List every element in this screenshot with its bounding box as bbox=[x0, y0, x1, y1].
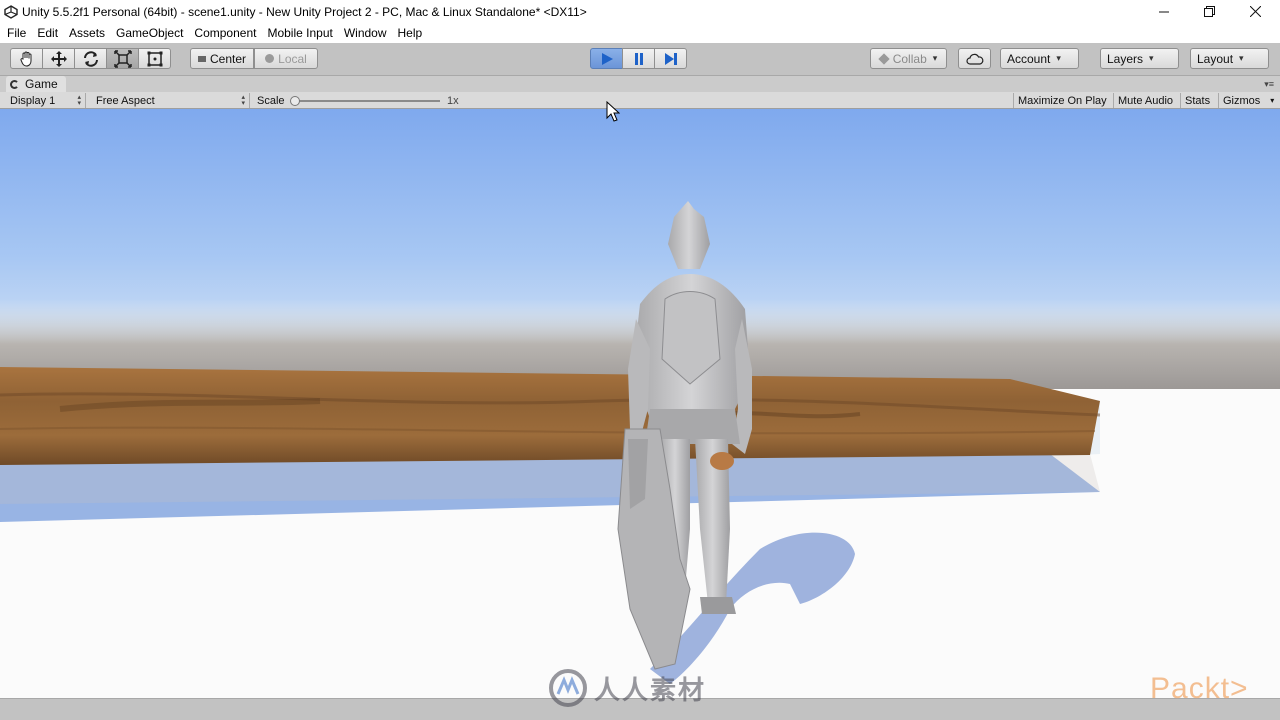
account-label: Account bbox=[1007, 51, 1051, 66]
tab-game[interactable]: Game bbox=[6, 76, 66, 92]
layout-label: Layout bbox=[1197, 51, 1234, 66]
window-title: Unity 5.5.2f1 Personal (64bit) - scene1.… bbox=[22, 4, 587, 19]
move-tool-button[interactable] bbox=[42, 48, 75, 69]
packt-watermark: Packt> bbox=[1150, 672, 1249, 705]
pause-button[interactable] bbox=[622, 48, 655, 69]
title-bar: Unity 5.5.2f1 Personal (64bit) - scene1.… bbox=[0, 0, 1280, 23]
menu-edit[interactable]: Edit bbox=[33, 26, 63, 40]
move-icon bbox=[50, 50, 67, 67]
updown-arrows-icon: ▴ ▾ bbox=[241, 93, 245, 107]
gizmos-label: Gizmos bbox=[1223, 94, 1261, 107]
menu-gameobject[interactable]: GameObject bbox=[112, 26, 188, 40]
layers-dropdown[interactable]: Layers bbox=[1100, 48, 1179, 69]
scale-slider-track[interactable] bbox=[295, 100, 440, 102]
panel-menu-icon[interactable]: ▾≡ bbox=[1264, 79, 1274, 90]
scale-slider-thumb[interactable] bbox=[290, 96, 300, 106]
hand-tool-button[interactable] bbox=[10, 48, 43, 69]
pause-icon bbox=[634, 52, 643, 65]
pivot-local-button[interactable]: Local bbox=[254, 48, 318, 69]
game-tab-header: Game ▾≡ bbox=[0, 76, 1280, 92]
close-button[interactable] bbox=[1232, 0, 1278, 23]
play-button[interactable] bbox=[590, 48, 623, 69]
menu-window[interactable]: Window bbox=[340, 26, 392, 40]
rect-tool-button[interactable] bbox=[138, 48, 171, 69]
game-view-toolbar: Display 1 ▴ ▾ Free Aspect ▴ ▾ Scale 1x Max… bbox=[0, 92, 1280, 109]
scale-icon bbox=[113, 49, 132, 68]
menu-file[interactable]: File bbox=[3, 26, 31, 40]
watermark-emblem-icon bbox=[549, 669, 587, 707]
chevron-down-icon: ▾ bbox=[1270, 96, 1275, 105]
space-label: Local bbox=[278, 51, 307, 66]
cloud-button[interactable] bbox=[958, 48, 991, 69]
menu-mobile-input[interactable]: Mobile Input bbox=[263, 26, 337, 40]
rotate-tool-button[interactable] bbox=[74, 48, 107, 69]
pivot-icon bbox=[197, 55, 206, 62]
step-icon bbox=[664, 52, 677, 65]
game-tab-label: Game bbox=[25, 77, 58, 91]
maximize-on-play-toggle[interactable]: Maximize On Play bbox=[1013, 93, 1111, 108]
gizmos-dropdown[interactable]: Gizmos ▾ bbox=[1218, 93, 1278, 108]
wooden-plank bbox=[0, 367, 1100, 465]
play-icon bbox=[601, 52, 613, 65]
menu-assets[interactable]: Assets bbox=[65, 26, 110, 40]
hand-icon bbox=[19, 51, 31, 67]
pivot-center-button[interactable]: Center bbox=[190, 48, 254, 69]
menu-component[interactable]: Component bbox=[190, 26, 261, 40]
main-toolbar: Center Local Collab Account Layers L bbox=[0, 43, 1280, 76]
game-tab-icon bbox=[10, 79, 19, 89]
minimize-button[interactable] bbox=[1141, 0, 1187, 23]
unity-editor-window: Unity 5.5.2f1 Personal (64bit) - scene1.… bbox=[0, 0, 1280, 720]
menu-help[interactable]: Help bbox=[394, 26, 428, 40]
rect-icon bbox=[147, 51, 162, 66]
layers-label: Layers bbox=[1107, 51, 1144, 66]
cloud-icon bbox=[965, 53, 983, 65]
mute-audio-toggle[interactable]: Mute Audio bbox=[1113, 93, 1177, 108]
unity-logo-icon bbox=[0, 0, 22, 23]
updown-arrows-icon: ▴ ▾ bbox=[77, 93, 81, 107]
display-label: Display 1 bbox=[10, 94, 56, 107]
watermark-logo: 人人素材 bbox=[548, 666, 738, 710]
menu-bar: File Edit Assets GameObject Component Mo… bbox=[0, 23, 1280, 43]
game-render bbox=[0, 109, 1280, 698]
pivot-label: Center bbox=[209, 51, 247, 66]
collab-dropdown[interactable]: Collab bbox=[870, 48, 947, 69]
stats-toggle[interactable]: Stats bbox=[1180, 93, 1214, 108]
account-dropdown[interactable]: Account bbox=[1000, 48, 1079, 69]
collab-icon bbox=[878, 52, 890, 65]
rotate-icon bbox=[83, 50, 98, 67]
scale-label: Scale bbox=[257, 94, 285, 107]
collab-label: Collab bbox=[892, 51, 927, 66]
globe-icon bbox=[265, 54, 275, 63]
aspect-label: Free Aspect bbox=[96, 94, 155, 107]
scale-value: 1x bbox=[447, 94, 459, 107]
step-button[interactable] bbox=[654, 48, 687, 69]
watermark-text: 人人素材 bbox=[594, 674, 707, 705]
restore-button[interactable] bbox=[1186, 0, 1232, 23]
game-view-viewport[interactable] bbox=[0, 109, 1280, 698]
scale-tool-button[interactable] bbox=[106, 48, 139, 69]
display-select[interactable]: Display 1 ▴ ▾ bbox=[10, 93, 86, 108]
aspect-select[interactable]: Free Aspect ▴ ▾ bbox=[96, 93, 250, 108]
mouse-cursor-icon bbox=[606, 101, 620, 122]
layout-dropdown[interactable]: Layout bbox=[1190, 48, 1269, 69]
